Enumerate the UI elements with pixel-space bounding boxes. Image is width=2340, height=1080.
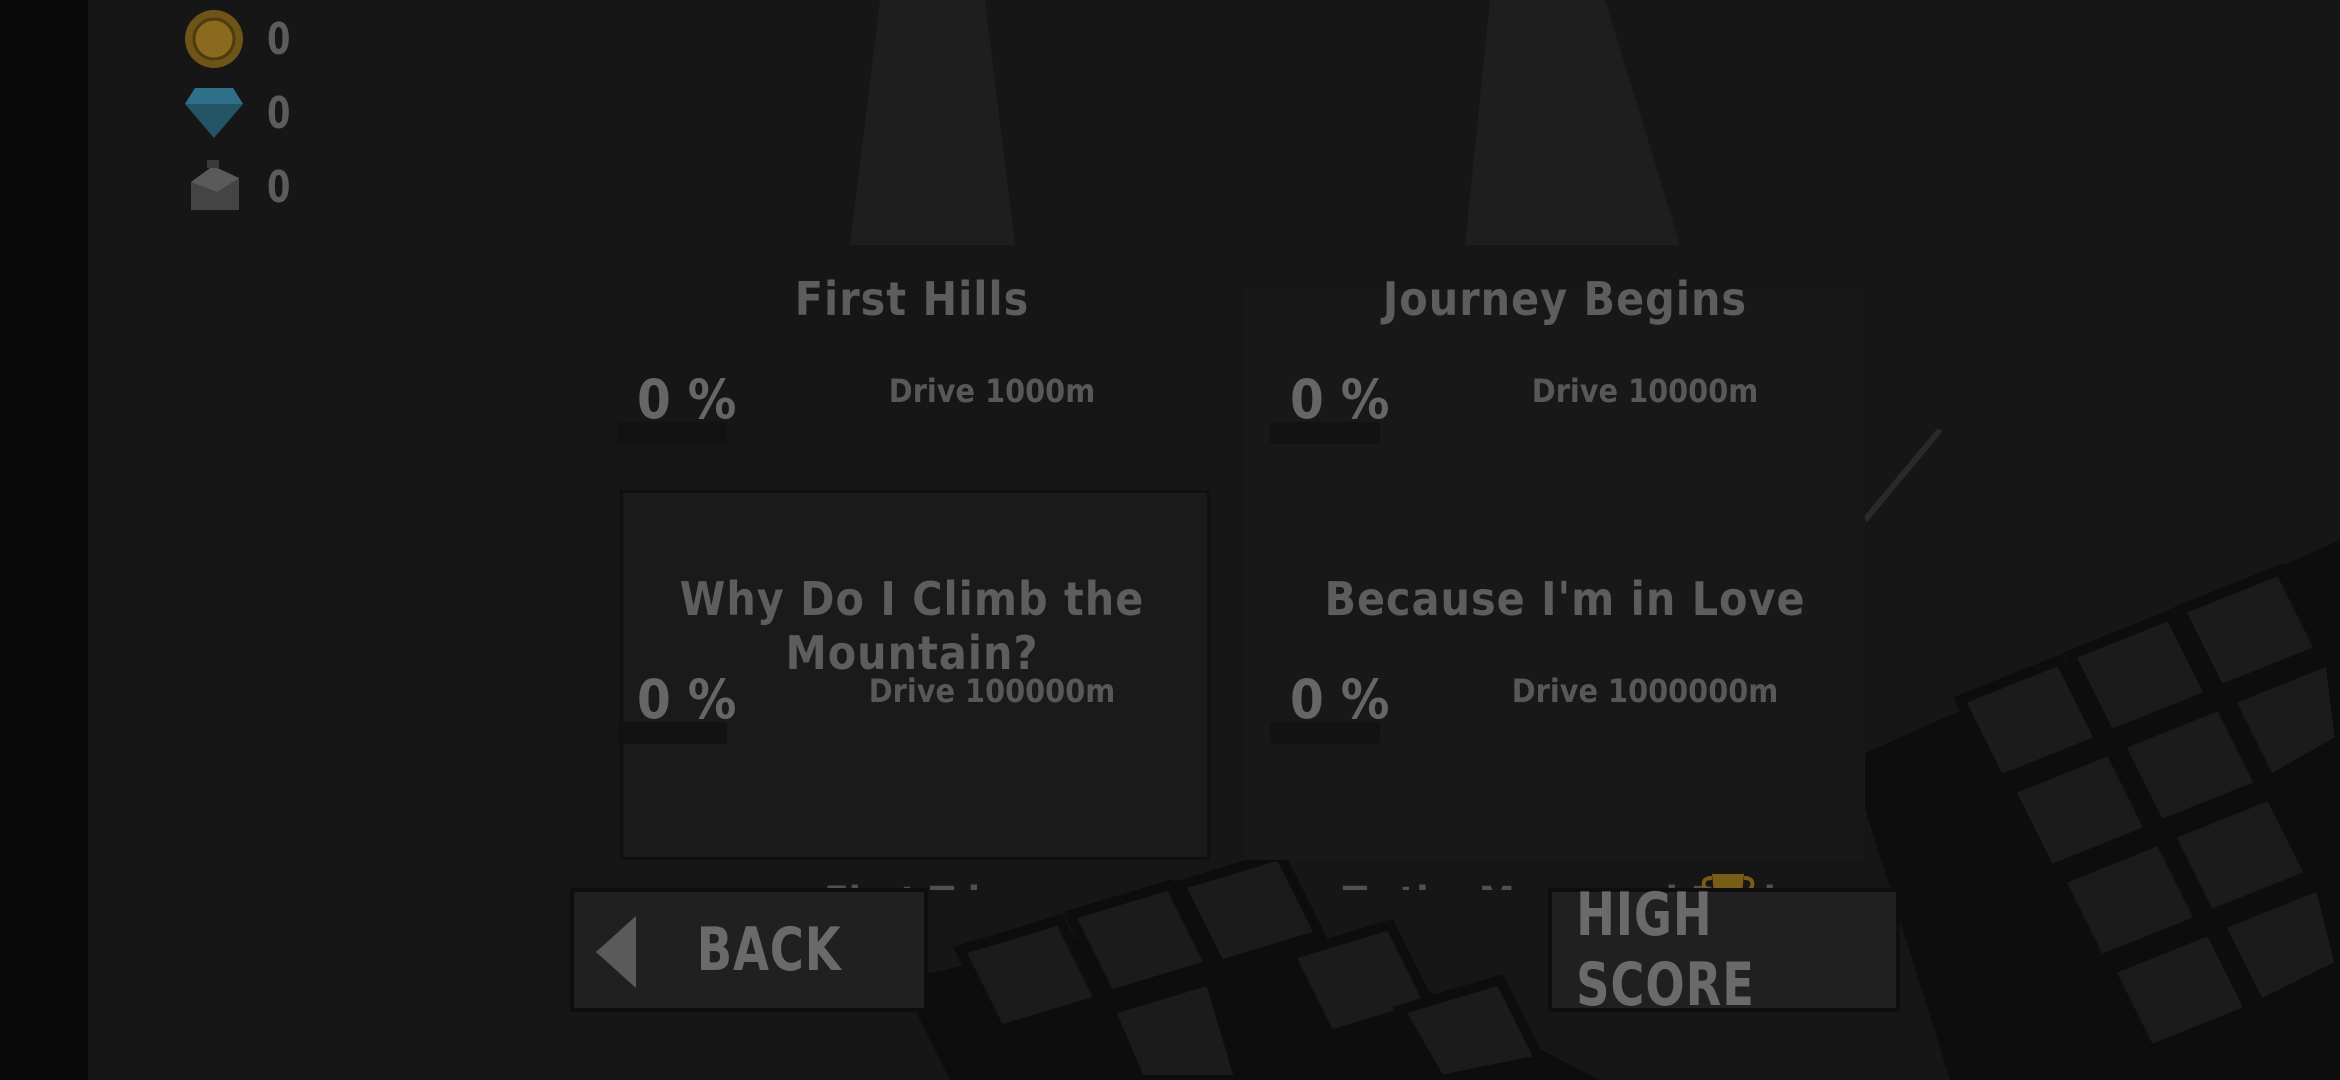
achievement-goal: Drive 100000m <box>868 672 1116 710</box>
diamond-count: 0 <box>267 87 291 139</box>
resource-fuel: 0 <box>183 158 295 216</box>
badge-shadow <box>617 422 727 444</box>
achievement-title: Why Do I Climb the Mountain? <box>679 572 1145 680</box>
back-button[interactable]: BACK <box>570 888 928 1012</box>
achievement-card: Journey Begins 0 % Drive 10000m <box>1240 272 1890 572</box>
achievement-title: Journey Begins <box>1382 272 1748 326</box>
fuel-count: 0 <box>267 161 291 213</box>
badge-shadow <box>1270 422 1380 444</box>
diamond-icon <box>185 88 243 138</box>
resource-coins: 0 <box>183 10 295 68</box>
achievement-title: First Hills <box>794 272 1030 326</box>
achievement-goal: Drive 1000000m <box>1511 672 1779 710</box>
badge-shadow <box>617 722 727 744</box>
achievement-card: Because I'm in Love 0 % Drive 1000000m <box>1240 572 1890 872</box>
achievement-title: Because I'm in Love <box>1324 572 1806 626</box>
resource-diamonds: 0 <box>183 84 295 142</box>
back-arrow-icon <box>596 916 636 988</box>
partial-achievement-title: First Trip <box>620 870 1210 890</box>
high-score-button-label: HIGH SCORE <box>1576 880 1755 1020</box>
achievement-goal: Drive 1000m <box>888 372 1096 410</box>
achievement-card: First Hills 0 % Drive 1000m <box>587 272 1237 572</box>
coin-count: 0 <box>267 13 291 65</box>
achievement-goal: Drive 10000m <box>1531 372 1759 410</box>
high-score-button[interactable]: HIGH SCORE <box>1548 880 1900 1020</box>
badge-shadow <box>1270 722 1380 744</box>
back-button-label: BACK <box>696 915 842 985</box>
achievement-card: Why Do I Climb the Mountain? 0 % Drive 1… <box>587 572 1237 872</box>
coin-icon <box>185 10 243 68</box>
fuel-can-icon <box>191 160 239 210</box>
